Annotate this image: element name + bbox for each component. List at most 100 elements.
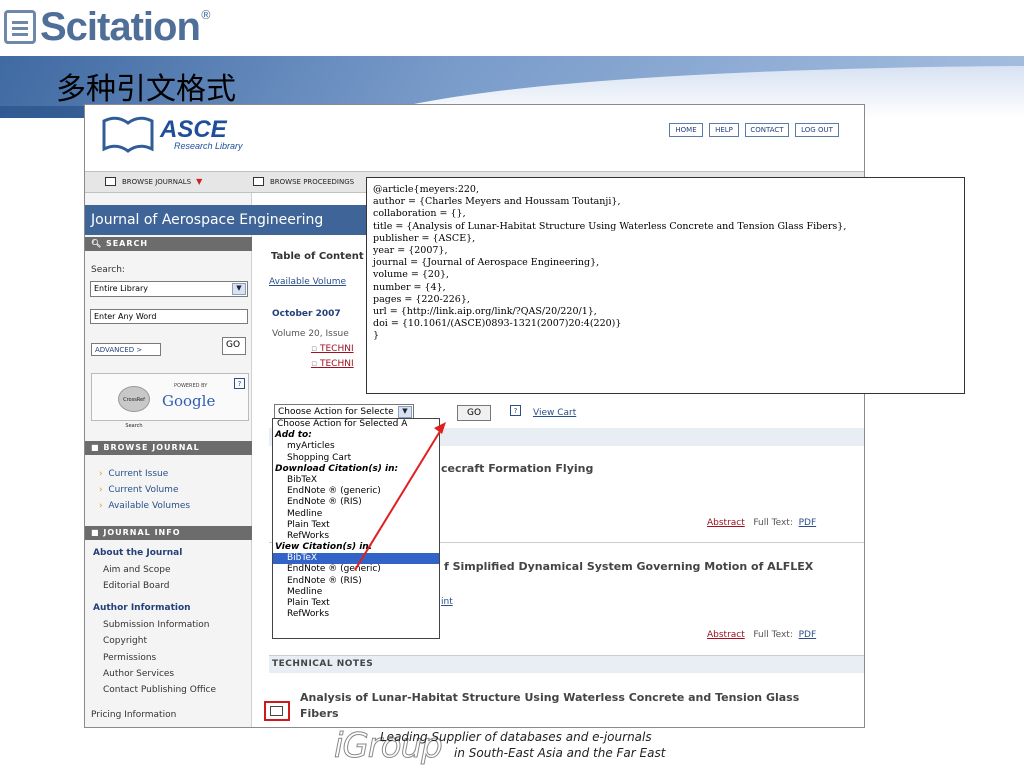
logo-text: Scitation bbox=[40, 5, 201, 49]
dropdown-option[interactable]: BibTeX bbox=[273, 553, 439, 565]
article3-checkbox[interactable] bbox=[270, 706, 283, 716]
dropdown-option[interactable]: EndNote ® (RIS) bbox=[273, 497, 439, 508]
dropdown-option[interactable]: Choose Action for Selected A bbox=[273, 419, 439, 430]
sidebar-item-aim-scope[interactable]: Aim and Scope bbox=[103, 565, 171, 575]
document-icon bbox=[4, 10, 36, 44]
browse-journals-label: BROWSE JOURNALS bbox=[122, 177, 192, 186]
dropdown-option[interactable]: RefWorks bbox=[273, 531, 439, 542]
citation-line: volume = {20}, bbox=[373, 269, 450, 281]
asce-header: ASCE Research Library HOME HELP CONTACT … bbox=[85, 105, 864, 171]
technical-label: TECHNI bbox=[319, 344, 354, 354]
article3-title-line1[interactable]: Analysis of Lunar-Habitat Structure Usin… bbox=[300, 691, 799, 704]
article3-title-line2[interactable]: Fibers bbox=[300, 707, 339, 720]
scitation-logo: Scitation ® bbox=[4, 6, 212, 48]
sidebar-item-author-services[interactable]: Author Services bbox=[103, 669, 174, 679]
help-button[interactable]: HELP bbox=[709, 123, 739, 137]
pdf-link[interactable]: PDF bbox=[799, 630, 817, 640]
pdf-link[interactable]: PDF bbox=[799, 518, 817, 528]
footer-line1: Leading Supplier of databases and e-jour… bbox=[380, 730, 652, 744]
sidebar-item-available-volumes[interactable]: › Available Volumes bbox=[99, 501, 190, 511]
citation-line: journal = {Journal of Aerospace Engineer… bbox=[373, 257, 600, 269]
dropdown-option[interactable]: EndNote ® (generic) bbox=[273, 486, 439, 497]
article2-links: Abstract Full Text: PDF bbox=[707, 630, 816, 640]
advanced-search-button[interactable]: ADVANCED > bbox=[91, 343, 161, 356]
dropdown-option[interactable]: EndNote ® (generic) bbox=[273, 564, 439, 575]
chevron-down-icon: ▼ bbox=[196, 177, 203, 186]
sidebar-item-editorial-board[interactable]: Editorial Board bbox=[103, 581, 169, 591]
search-scope-value: Entire Library bbox=[94, 284, 149, 293]
dropdown-group-header: View Citation(s) in: bbox=[275, 542, 373, 553]
author-information-heading[interactable]: Author Information bbox=[93, 603, 191, 613]
technical-link-1[interactable]: ▫ TECHNI bbox=[311, 344, 354, 354]
issue-date: October 2007 bbox=[272, 309, 341, 319]
action-go-button[interactable]: GO bbox=[457, 405, 491, 421]
action-dropdown-menu[interactable]: Choose Action for Selected A Add to: myArt… bbox=[272, 418, 440, 639]
dropdown-option[interactable]: RefWorks bbox=[273, 609, 439, 620]
citation-line: number = {4}, bbox=[373, 281, 446, 293]
asce-logo-main: ASCE bbox=[159, 116, 228, 143]
article1-links: Abstract Full Text: PDF bbox=[707, 518, 816, 528]
full-text-label: Full Text: bbox=[753, 630, 793, 640]
sidebar-item-permissions[interactable]: Permissions bbox=[103, 653, 156, 663]
bullet-icon: ▫ bbox=[311, 344, 318, 354]
article2-title[interactable]: f Simplified Dynamical System Governing … bbox=[444, 560, 813, 573]
sidebar-item-submission[interactable]: Submission Information bbox=[103, 620, 209, 630]
dropdown-option[interactable]: Medline bbox=[273, 587, 439, 598]
action-select-value: Choose Action for Selecte bbox=[278, 407, 394, 417]
browse-proceedings-menu[interactable]: BROWSE PROCEEDINGS bbox=[253, 177, 354, 186]
dropdown-option[interactable]: BibTeX bbox=[273, 475, 439, 486]
chevron-right-icon: › bbox=[99, 501, 103, 511]
sidebar-item-copyright[interactable]: Copyright bbox=[103, 636, 147, 646]
slide-title: 多种引文格式 bbox=[56, 72, 236, 107]
search-section-header: 🔍︎ SEARCH bbox=[85, 237, 252, 251]
available-volumes-link[interactable]: Available Volume bbox=[269, 277, 346, 287]
abstract-link[interactable]: Abstract bbox=[707, 630, 745, 640]
article2-link[interactable]: int bbox=[441, 597, 453, 607]
about-journal-heading[interactable]: About the Journal bbox=[93, 548, 182, 558]
search-label: Search: bbox=[91, 265, 125, 275]
advanced-label: ADVANCED bbox=[95, 346, 135, 354]
view-cart-link[interactable]: View Cart bbox=[533, 408, 576, 418]
help-icon[interactable]: ? bbox=[510, 405, 521, 416]
browse-proceedings-label: BROWSE PROCEEDINGS bbox=[270, 177, 355, 186]
abstract-link[interactable]: Abstract bbox=[707, 518, 745, 528]
home-button[interactable]: HOME bbox=[669, 123, 703, 137]
sidebar-item-contact-office[interactable]: Contact Publishing Office bbox=[103, 685, 216, 695]
technical-link-2[interactable]: ▫ TECHNI bbox=[311, 359, 354, 369]
dropdown-option[interactable]: Plain Text bbox=[273, 520, 439, 531]
search-scope-select[interactable]: Entire Library ▼ bbox=[90, 281, 248, 297]
browse-item-label: Current Volume bbox=[108, 485, 179, 495]
dropdown-option[interactable]: myArticles bbox=[273, 441, 439, 452]
dropdown-option[interactable]: Medline bbox=[273, 509, 439, 520]
browse-item-label: Available Volumes bbox=[108, 501, 191, 511]
window-icon bbox=[105, 177, 116, 186]
dropdown-option[interactable]: EndNote ® (RIS) bbox=[273, 576, 439, 587]
browse-head-label: BROWSE JOURNAL bbox=[103, 443, 200, 452]
sidebar-item-current-volume[interactable]: › Current Volume bbox=[99, 485, 178, 495]
article1-title[interactable]: cecraft Formation Flying bbox=[441, 462, 593, 475]
citation-line: @article{meyers:220, bbox=[373, 184, 479, 195]
browse-journals-menu[interactable]: BROWSE JOURNALS ▼ bbox=[105, 177, 202, 186]
logout-button[interactable]: LOG OUT bbox=[795, 123, 839, 137]
list-icon: ■ bbox=[91, 443, 100, 452]
dropdown-option[interactable]: Plain Text bbox=[273, 598, 439, 609]
toc-title: Table of Content bbox=[271, 251, 364, 262]
google-search-box[interactable]: CrossRef Search POWERED BY Google ? bbox=[91, 373, 249, 429]
sidebar-item-current-issue[interactable]: › Current Issue bbox=[99, 469, 168, 479]
citation-line: url = {http://link.aip.org/link/?QAS/20/… bbox=[373, 306, 597, 318]
search-input[interactable]: Enter Any Word bbox=[90, 309, 248, 324]
dropdown-group-header: Add to: bbox=[275, 430, 312, 441]
chevron-down-icon: ▼ bbox=[398, 406, 412, 418]
contact-button[interactable]: CONTACT bbox=[745, 123, 789, 137]
pricing-information-link[interactable]: Pricing Information bbox=[91, 710, 176, 720]
help-icon[interactable]: ? bbox=[234, 378, 245, 389]
search-head-label: SEARCH bbox=[105, 239, 149, 248]
search-go-button[interactable]: GO bbox=[222, 337, 246, 355]
citation-line: year = {2007}, bbox=[373, 245, 448, 257]
dropdown-option[interactable]: Shopping Cart bbox=[273, 453, 439, 464]
citation-line: author = {Charles Meyers and Houssam Tou… bbox=[373, 196, 621, 208]
asce-logo-sub: Research Library bbox=[174, 141, 243, 151]
journal-title-bar: Journal of Aerospace Engineering bbox=[85, 205, 385, 235]
full-text-label: Full Text: bbox=[753, 518, 793, 528]
chevron-right-icon: › bbox=[99, 485, 103, 495]
